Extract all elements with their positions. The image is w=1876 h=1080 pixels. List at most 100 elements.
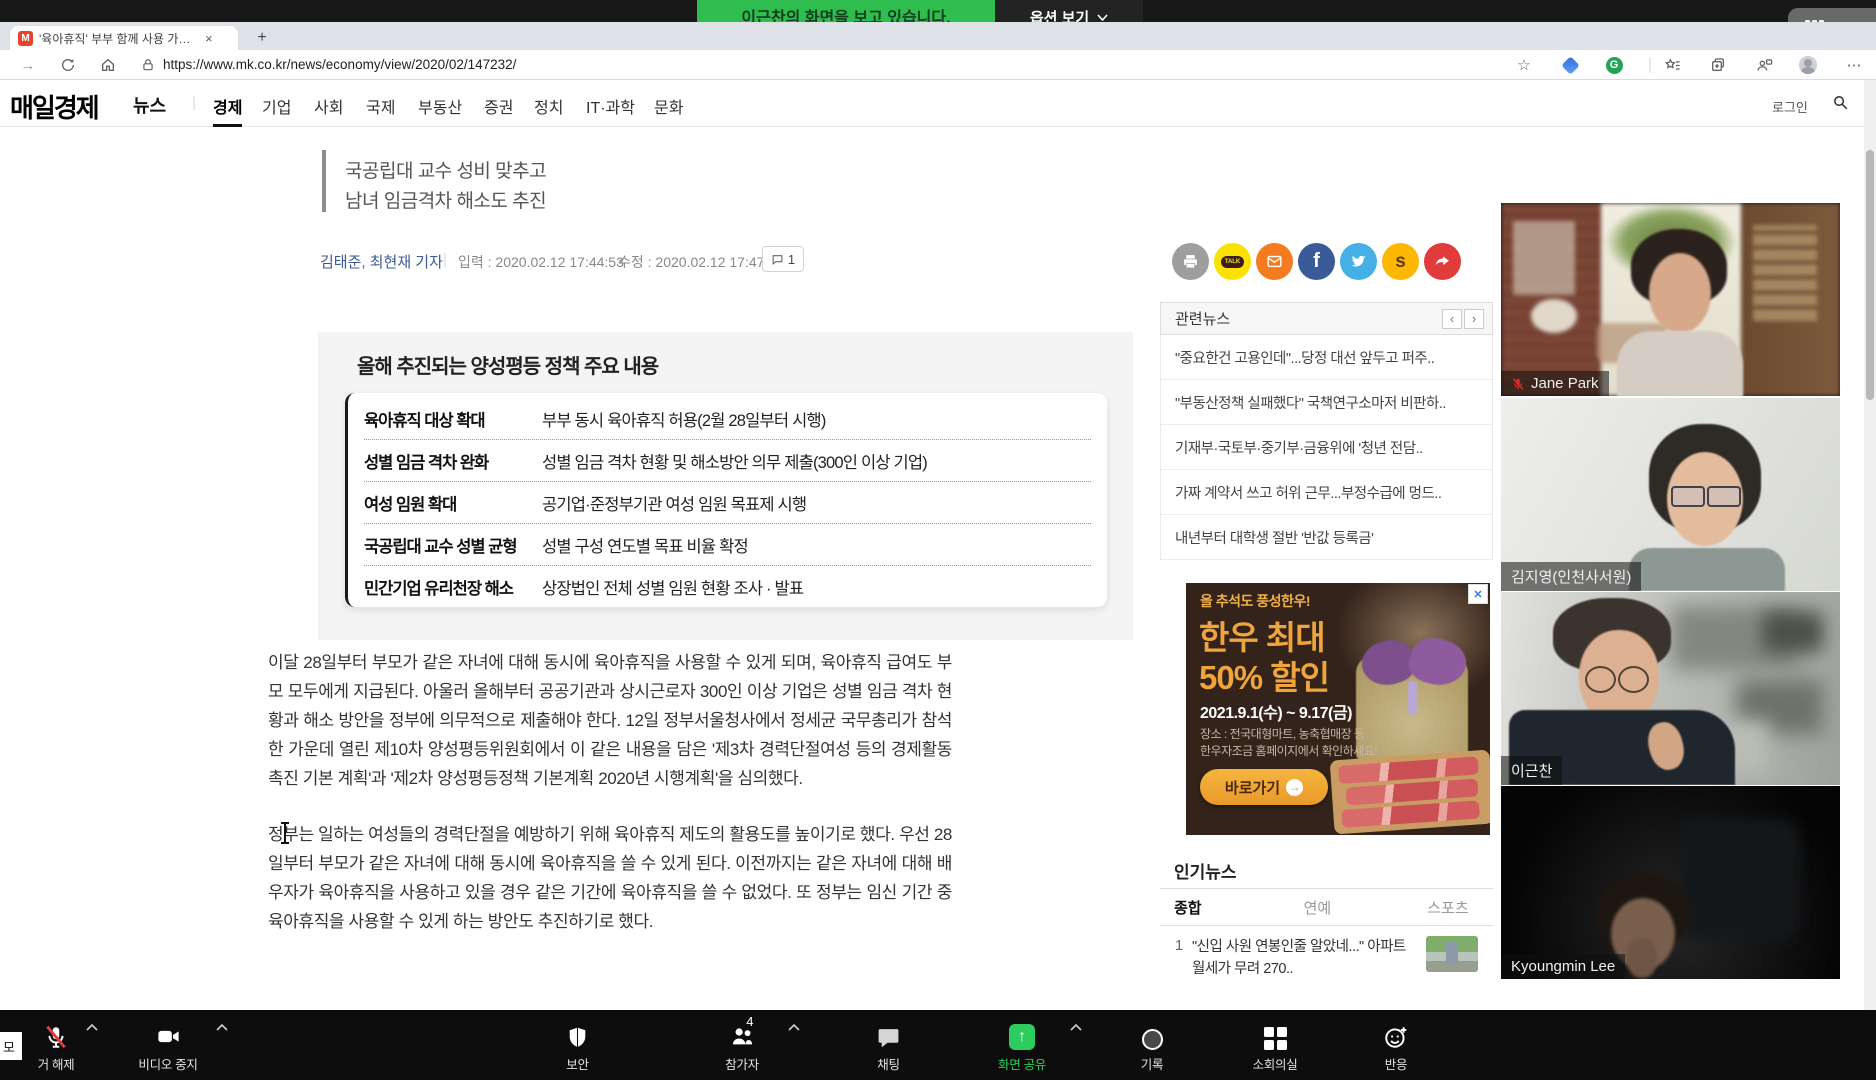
- refresh-icon[interactable]: [56, 53, 80, 77]
- nav-company[interactable]: 기업: [262, 94, 291, 118]
- nav-society[interactable]: 사회: [314, 94, 343, 118]
- related-news-item[interactable]: "부동산정책 실패했다" 국책연구소마저 비판하..: [1160, 380, 1493, 425]
- login-link[interactable]: 로그인: [1772, 97, 1808, 116]
- nav-realestate[interactable]: 부동산: [418, 94, 462, 118]
- tab-close-icon[interactable]: ×: [205, 32, 213, 45]
- participants-button[interactable]: 4 참가자: [692, 1010, 792, 1080]
- ad-meat-image: [1330, 750, 1490, 835]
- video-tile-kyoungmin-lee[interactable]: Kyoungmin Lee: [1501, 786, 1840, 979]
- video-tile-lee-geunchan[interactable]: 이근찬: [1501, 592, 1840, 785]
- grammarly-extension-icon[interactable]: G: [1602, 53, 1626, 77]
- chevron-up-icon[interactable]: [86, 1024, 98, 1031]
- advertisement[interactable]: 올 추석도 풍성한우! 한우 최대 50% 할인 2021.9.1(수) ~ 9…: [1186, 583, 1490, 835]
- chat-button[interactable]: 채팅: [846, 1010, 931, 1080]
- favorites-bar-icon[interactable]: [1660, 53, 1684, 77]
- related-next-button[interactable]: ›: [1464, 309, 1484, 329]
- profile-settings-icon[interactable]: [1752, 53, 1776, 77]
- related-news-item[interactable]: 내년부터 대학생 절반 '반값 등록금': [1160, 515, 1493, 560]
- reactions-button[interactable]: 반응: [1352, 1010, 1440, 1080]
- tab-general[interactable]: 종합: [1174, 897, 1202, 918]
- share-link-button[interactable]: [1424, 243, 1461, 280]
- stop-video-button[interactable]: 비디오 중지: [112, 1010, 224, 1080]
- home-icon[interactable]: [96, 53, 120, 77]
- browser-avatar[interactable]: [1796, 53, 1820, 77]
- background-shape: [1679, 820, 1799, 940]
- nav-economy[interactable]: 경제: [213, 94, 242, 127]
- table-row: 민간기업 유리천장 해소상장법인 전체 성별 임원 현황 조사 · 발표: [364, 566, 1091, 607]
- subtitle-accent-bar: [322, 150, 326, 212]
- byline-divider: |: [443, 251, 447, 268]
- article-byline[interactable]: 김태준, 최현재 기자: [320, 251, 443, 272]
- nav-stock[interactable]: 증권: [484, 94, 513, 118]
- participant-body: [1629, 548, 1785, 591]
- video-tile-kim-jiyoung[interactable]: 김지영(인천사서원): [1501, 398, 1840, 591]
- chat-label: 채팅: [877, 1054, 899, 1073]
- security-label: 보안: [566, 1054, 588, 1073]
- kakaostory-share-button[interactable]: s: [1382, 243, 1419, 280]
- video-tile-jane-park[interactable]: Jane Park: [1501, 203, 1840, 396]
- security-button[interactable]: 보안: [530, 1010, 625, 1080]
- search-icon[interactable]: [1832, 94, 1849, 116]
- popular-item-thumbnail: [1426, 936, 1478, 972]
- screen: 이근찬의 화면을 보고 있습니다. 옵션 보기 보기 ✕ M '육아휴직' 부부…: [0, 0, 1876, 1080]
- nav-it-science[interactable]: IT·과학: [586, 94, 635, 118]
- nav-world[interactable]: 국제: [366, 94, 395, 118]
- participant-name: Jane Park: [1531, 375, 1599, 392]
- up-arrow-glyph: ↑: [1018, 1028, 1026, 1046]
- share-screen-button[interactable]: ↑ 화면 공유: [972, 1010, 1072, 1080]
- favorite-star-icon[interactable]: ☆: [1512, 53, 1536, 77]
- kakaotalk-share-button[interactable]: TALK: [1214, 243, 1251, 280]
- chevron-down-icon: [1097, 14, 1108, 21]
- table-row: 국공립대 교수 성별 균형성별 구성 연도별 목표 비율 확정: [364, 524, 1091, 566]
- related-prev-button[interactable]: ‹: [1442, 309, 1462, 329]
- extension-icon[interactable]: [1558, 53, 1582, 77]
- ad-cta-label: 바로가기: [1225, 777, 1280, 798]
- site-favicon-icon: M: [18, 31, 33, 46]
- ad-close-icon[interactable]: ✕: [1468, 584, 1488, 604]
- new-tab-button[interactable]: +: [252, 28, 272, 48]
- related-news-item[interactable]: "중요한건 고용인데"...당정 대선 앞두고 퍼주..: [1160, 335, 1493, 380]
- email-share-button[interactable]: [1256, 243, 1293, 280]
- record-button[interactable]: 기록: [1108, 1010, 1196, 1080]
- g-extension-glyph: G: [1606, 57, 1623, 74]
- tab-entertainment[interactable]: 연예: [1304, 897, 1332, 918]
- ad-dates: 2021.9.1(수) ~ 9.17(금): [1200, 699, 1352, 723]
- related-news-item[interactable]: 기재부·국토부·중기부·금융위에 '청년 전담..: [1160, 425, 1493, 470]
- share-screen-icon: ↑: [1009, 1024, 1035, 1050]
- tab-sports[interactable]: 스포츠: [1427, 897, 1468, 918]
- home-glyph: [100, 57, 116, 73]
- chevron-up-icon[interactable]: [788, 1024, 800, 1031]
- unmute-button[interactable]: 거 해제: [10, 1010, 102, 1080]
- print-button[interactable]: [1172, 243, 1209, 280]
- browser-scrollbar-thumb[interactable]: [1866, 150, 1874, 400]
- nav-politics[interactable]: 정치: [534, 94, 563, 118]
- unmute-label: 거 해제: [38, 1054, 75, 1073]
- nav-culture[interactable]: 문화: [654, 94, 683, 118]
- facebook-share-button[interactable]: f: [1298, 243, 1335, 280]
- chevron-up-icon[interactable]: [1070, 1024, 1082, 1031]
- reactions-smiley-icon: [1383, 1024, 1409, 1050]
- url-text[interactable]: https://www.mk.co.kr/news/economy/view/2…: [163, 57, 516, 72]
- related-news-item[interactable]: 가짜 계약서 쓰고 허위 근무...부정수급에 멍드..: [1160, 470, 1493, 515]
- collections-icon[interactable]: [1706, 53, 1730, 77]
- profile-settings-glyph: [1756, 57, 1773, 74]
- article-subtitle-line1: 국공립대 교수 성비 맞추고: [345, 156, 546, 183]
- avatar-glyph: [1799, 56, 1817, 74]
- text-cursor: [284, 824, 286, 842]
- browser-tab-bar: M '육아휴직' 부부 함께 사용 가능ㅎ × + —: [0, 22, 1876, 50]
- ad-headline-2: 50% 할인: [1199, 651, 1329, 699]
- popular-news-item[interactable]: 1 "신입 사원 연봉인줄 알았네..." 아파트 월세가 무려 270..: [1160, 926, 1493, 990]
- forward-icon[interactable]: →: [16, 53, 40, 77]
- ad-cta-button[interactable]: 바로가기 →: [1200, 769, 1328, 805]
- site-masthead: 매일경제 뉴스 | 경제 기업 사회 국제 부동산 증권 정치 IT·과학 문화…: [0, 80, 1876, 127]
- nav-news[interactable]: 뉴스: [133, 92, 166, 118]
- breakout-rooms-button[interactable]: 소회의실: [1230, 1010, 1320, 1080]
- comment-count-badge[interactable]: 1: [762, 246, 804, 272]
- comment-count: 1: [788, 252, 795, 267]
- table-row: 성별 임금 격차 완화성별 임금 격차 현황 및 해소방안 의무 제출(300인…: [364, 440, 1091, 482]
- browser-menu-icon[interactable]: ⋯: [1842, 53, 1866, 77]
- site-logo[interactable]: 매일경제: [10, 88, 98, 125]
- chevron-up-icon[interactable]: [216, 1024, 228, 1031]
- twitter-share-button[interactable]: [1340, 243, 1377, 280]
- browser-tab[interactable]: M '육아휴직' 부부 함께 사용 가능ㅎ ×: [10, 26, 238, 50]
